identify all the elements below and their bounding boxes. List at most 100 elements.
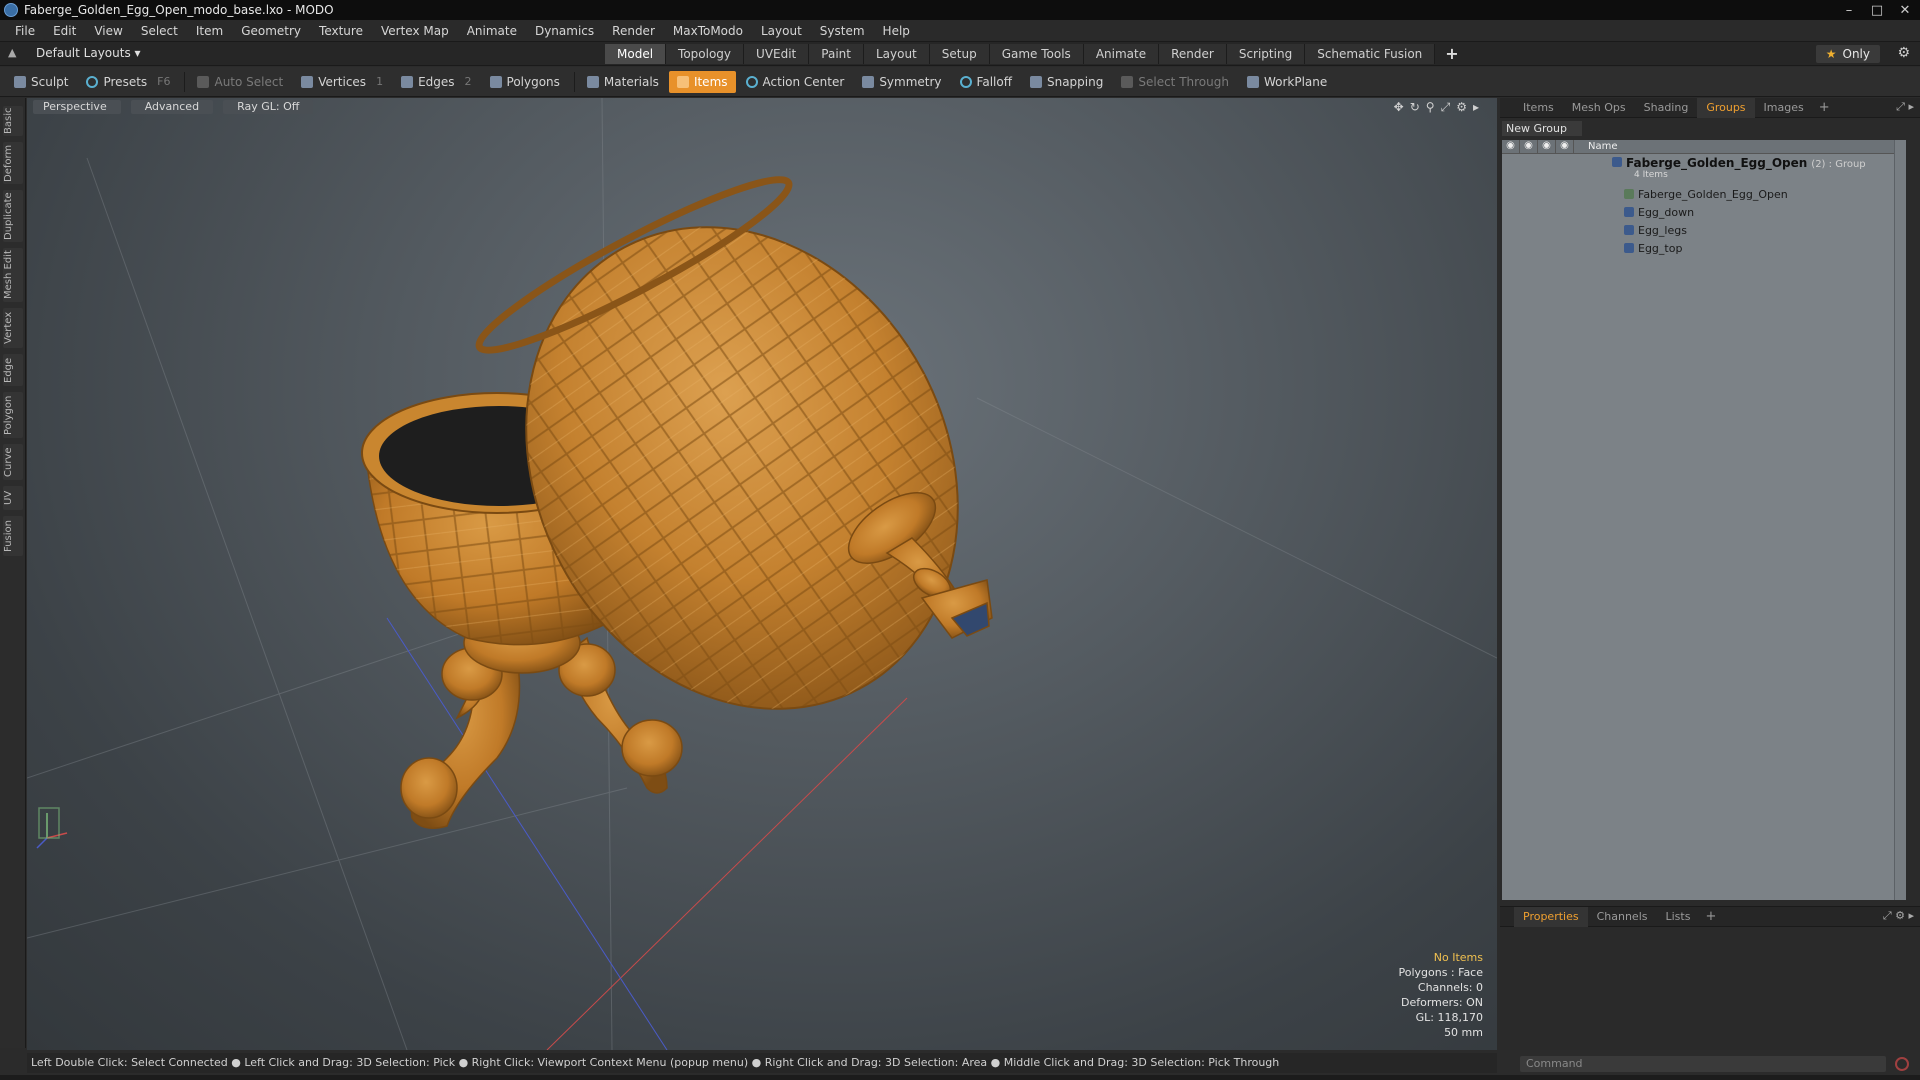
materials-button[interactable]: Materials	[579, 71, 667, 93]
viewport-expand-icon[interactable]: ▸	[1473, 100, 1479, 115]
group-row[interactable]: Faberge_Golden_Egg_Open (2) : Group 4 Ite…	[1502, 154, 1906, 186]
left-tab-fusion[interactable]: Fusion	[3, 516, 23, 556]
menu-layout[interactable]: Layout	[752, 24, 811, 38]
minimize-icon[interactable]: –	[1840, 3, 1858, 18]
shading-dropdown[interactable]: Advanced	[130, 100, 214, 114]
menu-animate[interactable]: Animate	[458, 24, 526, 38]
menu-system[interactable]: System	[811, 24, 874, 38]
action-center-button[interactable]: Action Center	[738, 71, 853, 93]
tab-properties[interactable]: Properties	[1514, 906, 1588, 927]
fit-icon[interactable]: ⤢	[1441, 100, 1451, 115]
sculpt-button[interactable]: Sculpt	[6, 71, 76, 93]
tab-animate[interactable]: Animate	[1083, 44, 1160, 64]
tab-items[interactable]: Items	[1514, 98, 1563, 118]
left-tab-edge[interactable]: Edge	[3, 354, 23, 386]
tab-lists[interactable]: Lists	[1657, 907, 1700, 927]
add-tab-button[interactable]: +	[1435, 44, 1468, 64]
left-tab-vertex[interactable]: Vertex	[3, 308, 23, 348]
snapping-button[interactable]: Snapping	[1022, 71, 1111, 93]
zoom-icon[interactable]: ⚲	[1426, 100, 1435, 115]
tab-scripting[interactable]: Scripting	[1226, 44, 1306, 64]
tab-uvedit[interactable]: UVEdit	[744, 44, 810, 64]
menu-view[interactable]: View	[85, 24, 131, 38]
list-item[interactable]: Egg_down	[1502, 204, 1906, 222]
name-column-header[interactable]: Name	[1574, 140, 1618, 153]
tab-images[interactable]: Images	[1755, 98, 1813, 118]
viewport-settings-icon[interactable]: ⚙	[1456, 100, 1467, 115]
render-column-icon[interactable]: ◉	[1538, 140, 1556, 153]
presets-button[interactable]: Presets F6	[78, 71, 178, 93]
menu-help[interactable]: Help	[874, 24, 919, 38]
new-group-button[interactable]: New Group	[1502, 121, 1582, 136]
command-input[interactable]: Command	[1520, 1056, 1886, 1072]
tab-topology[interactable]: Topology	[666, 44, 745, 64]
visibility-column-icon[interactable]: ◉	[1502, 140, 1520, 153]
left-tab-mesh-edit[interactable]: Mesh Edit	[3, 248, 23, 302]
vertices-button[interactable]: Vertices 1	[293, 71, 391, 93]
list-item[interactable]: Faberge_Golden_Egg_Open	[1502, 186, 1906, 204]
group-icon	[1612, 157, 1622, 167]
menu-maxtomodo[interactable]: MaxToModo	[664, 24, 752, 38]
rotate-icon[interactable]: ↻	[1410, 100, 1420, 115]
gl-stat: GL: 118,170	[1415, 1011, 1483, 1024]
pan-icon[interactable]: ✥	[1394, 100, 1404, 115]
menu-file[interactable]: File	[6, 24, 44, 38]
select-through-button[interactable]: Select Through	[1113, 71, 1237, 93]
items-button[interactable]: Items	[668, 70, 736, 93]
auto-select-button[interactable]: Auto Select	[189, 71, 291, 93]
falloff-button[interactable]: Falloff	[952, 71, 1020, 93]
toolbar-divider	[573, 71, 575, 92]
lock-column-icon[interactable]: ◉	[1520, 140, 1538, 153]
tab-mesh-ops[interactable]: Mesh Ops	[1563, 98, 1635, 118]
edges-button[interactable]: Edges 2	[393, 71, 479, 93]
panel-expand-icon[interactable]: ⤢ ▸	[1896, 100, 1914, 114]
menu-geometry[interactable]: Geometry	[232, 24, 310, 38]
left-tab-deform[interactable]: Deform	[3, 142, 23, 184]
props-panel-expand-icon[interactable]: ⤢ ⚙ ▸	[1883, 909, 1914, 923]
right-panel: Items Mesh Ops Shading Groups Images + ⤢…	[1500, 97, 1920, 1050]
list-item[interactable]: Egg_top	[1502, 240, 1906, 258]
tab-model[interactable]: Model	[605, 44, 667, 64]
view-mode-dropdown[interactable]: Perspective	[33, 100, 121, 114]
tab-game-tools[interactable]: Game Tools	[989, 44, 1084, 64]
tab-layout[interactable]: Layout	[863, 44, 930, 64]
add-panel-tab-button[interactable]: +	[1813, 100, 1836, 115]
menu-select[interactable]: Select	[132, 24, 187, 38]
menu-texture[interactable]: Texture	[310, 24, 372, 38]
sculpt-icon	[14, 75, 26, 88]
close-icon[interactable]: ✕	[1896, 3, 1914, 18]
menu-edit[interactable]: Edit	[44, 24, 85, 38]
left-tab-basic[interactable]: Basic	[3, 106, 23, 136]
tab-setup[interactable]: Setup	[929, 44, 990, 64]
left-tab-uv[interactable]: UV	[3, 486, 23, 510]
tab-schematic-fusion[interactable]: Schematic Fusion	[1305, 44, 1436, 64]
menu-render[interactable]: Render	[603, 24, 664, 38]
only-button[interactable]: ★ Only	[1815, 45, 1880, 63]
menu-item[interactable]: Item	[187, 24, 232, 38]
tab-groups[interactable]: Groups	[1697, 97, 1755, 118]
workplane-button[interactable]: WorkPlane	[1239, 71, 1335, 93]
select-column-icon[interactable]: ◉	[1556, 140, 1574, 153]
maximize-icon[interactable]: □	[1868, 3, 1886, 18]
materials-label: Materials	[603, 74, 659, 89]
group-list-scrollbar[interactable]	[1894, 140, 1906, 900]
layout-dropdown[interactable]: Default Layouts ▾	[36, 46, 141, 60]
raygl-toggle[interactable]: Ray GL: Off	[223, 100, 314, 114]
polygons-button[interactable]: Polygons	[482, 71, 568, 93]
symmetry-button[interactable]: Symmetry	[854, 71, 949, 93]
tab-shading[interactable]: Shading	[1635, 98, 1698, 118]
left-tab-polygon[interactable]: Polygon	[3, 392, 23, 438]
menu-vertex-map[interactable]: Vertex Map	[372, 24, 458, 38]
tab-render[interactable]: Render	[1159, 44, 1227, 64]
tab-paint[interactable]: Paint	[809, 44, 864, 64]
layout-pin-icon[interactable]: ▲	[8, 46, 16, 59]
command-execute-icon[interactable]	[1895, 1057, 1909, 1071]
left-tab-duplicate[interactable]: Duplicate	[3, 190, 23, 242]
gear-icon[interactable]: ⚙	[1897, 45, 1910, 61]
3d-viewport[interactable]: Perspective Advanced Ray GL: Off ✥ ↻ ⚲ ⤢…	[27, 98, 1497, 1050]
list-item[interactable]: Egg_legs	[1502, 222, 1906, 240]
menu-dynamics[interactable]: Dynamics	[526, 24, 603, 38]
left-tab-curve[interactable]: Curve	[3, 444, 23, 480]
add-props-tab-button[interactable]: +	[1699, 909, 1722, 924]
tab-channels[interactable]: Channels	[1588, 907, 1657, 927]
